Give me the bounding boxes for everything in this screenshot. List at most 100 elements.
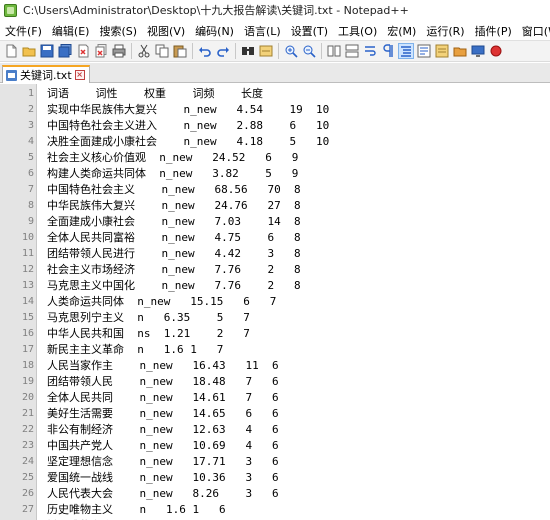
tab-close-icon[interactable]: × (74, 70, 85, 80)
line-text[interactable]: 实现中华民族伟大复兴 n_new 4.54 19 10 (47, 102, 329, 118)
save-all-icon[interactable] (57, 43, 73, 59)
editor-line[interactable]: 3 中国特色社会主义进入 n_new 2.88 6 10 (0, 118, 550, 134)
line-text[interactable]: 团结带领人民进行 n_new 4.42 3 8 (47, 246, 301, 262)
sync-v-icon[interactable] (326, 43, 342, 59)
editor-line[interactable]: 21 美好生活需要 n_new 14.65 6 6 (0, 406, 550, 422)
doc-map-icon[interactable] (416, 43, 432, 59)
editor-line[interactable]: 20 全体人民共同 n_new 14.61 7 6 (0, 390, 550, 406)
sync-h-icon[interactable] (344, 43, 360, 59)
editor-line[interactable]: 26 人民代表大会 n_new 8.26 3 6 (0, 486, 550, 502)
toolbar-separator (131, 43, 132, 59)
line-text[interactable]: 人类命运共同体 n_new 15.15 6 7 (47, 294, 276, 310)
editor-line[interactable]: 16 中华人民共和国 ns 1.21 2 7 (0, 326, 550, 342)
line-text[interactable]: 全面建成小康社会 n_new 7.03 14 8 (47, 214, 301, 230)
line-text[interactable]: 马克思列宁主义 n 6.35 5 7 (47, 310, 250, 326)
line-text[interactable]: 历史唯物主义 n 1.6 1 6 (47, 502, 226, 518)
line-text[interactable]: 词语 词性 权重 词频 长度 (47, 86, 263, 102)
tab-keywords-txt[interactable]: 关键词.txt × (2, 65, 90, 83)
line-text[interactable]: 马克思主义中国化 n_new 7.76 2 8 (47, 278, 301, 294)
line-text[interactable]: 新民主主义革命 n 1.6 1 7 (47, 342, 223, 358)
editor-line[interactable]: 23 中国共产党人 n_new 10.69 4 6 (0, 438, 550, 454)
line-text[interactable]: 中华民族伟大复兴 n_new 24.76 27 8 (47, 198, 301, 214)
line-text[interactable]: 社会主义核心价值观 n_new 24.52 6 9 (47, 150, 298, 166)
editor-line[interactable]: 5 社会主义核心价值观 n_new 24.52 6 9 (0, 150, 550, 166)
editor-line[interactable]: 8 中华民族伟大复兴 n_new 24.76 27 8 (0, 198, 550, 214)
save-icon[interactable] (39, 43, 55, 59)
editor-line[interactable]: 24 坚定理想信念 n_new 17.71 3 6 (0, 454, 550, 470)
close-all-icon[interactable] (93, 43, 109, 59)
undo-icon[interactable] (197, 43, 213, 59)
open-file-icon[interactable] (21, 43, 37, 59)
menu-edit[interactable]: 编辑(E) (47, 23, 95, 39)
line-text[interactable]: 中国特色社会主义 n_new 68.56 70 8 (47, 182, 301, 198)
line-text[interactable]: 决胜全面建成小康社会 n_new 4.18 5 10 (47, 134, 329, 150)
record-macro-icon[interactable] (488, 43, 504, 59)
menu-tools[interactable]: 工具(O) (333, 23, 382, 39)
cut-icon[interactable] (136, 43, 152, 59)
toolbar-separator (235, 43, 236, 59)
line-text[interactable]: 社会主义市场经济 n_new 7.76 2 8 (47, 262, 301, 278)
editor-area[interactable]: 1 词语 词性 权重 词频 长度 2 实现中华民族伟大复兴 n_new 4.54 19… (0, 84, 550, 520)
editor-line[interactable]: 15 马克思列宁主义 n 6.35 5 7 (0, 310, 550, 326)
zoom-in-icon[interactable] (283, 43, 299, 59)
editor-line[interactable]: 12 社会主义市场经济 n_new 7.76 2 8 (0, 262, 550, 278)
menu-file[interactable]: 文件(F) (2, 23, 47, 39)
editor-line[interactable]: 9 全面建成小康社会 n_new 7.03 14 8 (0, 214, 550, 230)
editor-line[interactable]: 13 马克思主义中国化 n_new 7.76 2 8 (0, 278, 550, 294)
tab-bar: 关键词.txt × (0, 63, 550, 83)
line-number: 17 (21, 344, 34, 355)
menu-plugins[interactable]: 插件(P) (470, 23, 517, 39)
function-list-icon[interactable] (434, 43, 450, 59)
editor-line[interactable]: 22 非公有制经济 n_new 12.63 4 6 (0, 422, 550, 438)
line-text[interactable]: 爱国统一战线 n_new 10.36 3 6 (47, 470, 279, 486)
line-text[interactable]: 人民当家作主 n_new 16.43 11 6 (47, 358, 279, 374)
line-text[interactable]: 坚定理想信念 n_new 17.71 3 6 (47, 454, 279, 470)
line-text[interactable]: 中华人民共和国 ns 1.21 2 7 (47, 326, 250, 342)
line-text[interactable]: 人民代表大会 n_new 8.26 3 6 (47, 486, 279, 502)
line-text[interactable]: 中国特色社会主义进入 n_new 2.88 6 10 (47, 118, 329, 134)
folder-workspace-icon[interactable] (452, 43, 468, 59)
copy-icon[interactable] (154, 43, 170, 59)
redo-icon[interactable] (215, 43, 231, 59)
editor-line[interactable]: 1 词语 词性 权重 词频 长度 (0, 86, 550, 102)
editor-line[interactable]: 6 构建人类命运共同体 n_new 3.82 5 9 (0, 166, 550, 182)
line-text[interactable]: 全体人民共同 n_new 14.61 7 6 (47, 390, 279, 406)
word-wrap-icon[interactable] (362, 43, 378, 59)
indent-guide-icon[interactable] (398, 43, 414, 59)
line-text[interactable]: 中国共产党人 n_new 10.69 4 6 (47, 438, 279, 454)
monitor-icon[interactable] (470, 43, 486, 59)
editor-line[interactable]: 27 历史唯物主义 n 1.6 1 6 (0, 502, 550, 518)
toolbar (0, 40, 550, 62)
print-icon[interactable] (111, 43, 127, 59)
editor-line[interactable]: 18 人民当家作主 n_new 16.43 11 6 (0, 358, 550, 374)
menu-language[interactable]: 语言(L) (239, 23, 286, 39)
new-file-icon[interactable] (3, 43, 19, 59)
close-icon[interactable] (75, 43, 91, 59)
zoom-out-icon[interactable] (301, 43, 317, 59)
editor-line[interactable]: 7 中国特色社会主义 n_new 68.56 70 8 (0, 182, 550, 198)
editor-line[interactable]: 25 爱国统一战线 n_new 10.36 3 6 (0, 470, 550, 486)
line-text[interactable]: 全体人民共同富裕 n_new 4.75 6 8 (47, 230, 301, 246)
editor-line[interactable]: 14 人类命运共同体 n_new 15.15 6 7 (0, 294, 550, 310)
editor-line[interactable]: 2 实现中华民族伟大复兴 n_new 4.54 19 10 (0, 102, 550, 118)
menu-view[interactable]: 视图(V) (142, 23, 190, 39)
editor-line[interactable]: 11 团结带领人民进行 n_new 4.42 3 8 (0, 246, 550, 262)
find-icon[interactable] (240, 43, 256, 59)
menu-run[interactable]: 运行(R) (421, 23, 469, 39)
editor-line[interactable]: 19 团结带领人民 n_new 18.48 7 6 (0, 374, 550, 390)
line-text[interactable]: 团结带领人民 n_new 18.48 7 6 (47, 374, 279, 390)
line-text[interactable]: 构建人类命运共同体 n_new 3.82 5 9 (47, 166, 298, 182)
menu-encoding[interactable]: 编码(N) (190, 23, 239, 39)
line-text[interactable]: 非公有制经济 n_new 12.63 4 6 (47, 422, 279, 438)
show-all-chars-icon[interactable] (380, 43, 396, 59)
editor-line[interactable]: 17 新民主主义革命 n 1.6 1 7 (0, 342, 550, 358)
editor-line[interactable]: 4 决胜全面建成小康社会 n_new 4.18 5 10 (0, 134, 550, 150)
menu-settings[interactable]: 设置(T) (286, 23, 333, 39)
replace-icon[interactable] (258, 43, 274, 59)
paste-icon[interactable] (172, 43, 188, 59)
menu-macro[interactable]: 宏(M) (382, 23, 421, 39)
menu-window[interactable]: 窗口(W) (517, 23, 550, 39)
line-text[interactable]: 美好生活需要 n_new 14.65 6 6 (47, 406, 279, 422)
menu-search[interactable]: 搜索(S) (94, 23, 142, 39)
editor-line[interactable]: 10 全体人民共同富裕 n_new 4.75 6 8 (0, 230, 550, 246)
